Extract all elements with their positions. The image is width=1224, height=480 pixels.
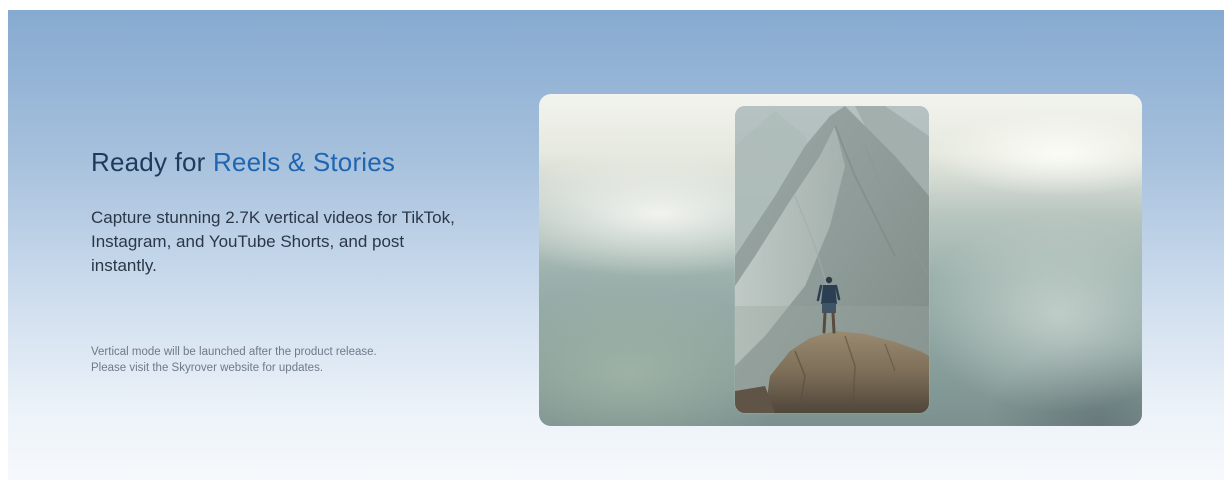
vertical-video-frame (735, 106, 929, 413)
headline: Ready for Reels & Stories (91, 145, 471, 179)
banner-text: Ready for Reels & Stories Capture stunni… (91, 145, 471, 278)
footnote: Vertical mode will be launched after the… (91, 346, 377, 374)
hiker-on-summit-image (735, 106, 929, 413)
vertical-video-banner: Ready for Reels & Stories Capture stunni… (8, 10, 1224, 480)
description: Capture stunning 2.7K vertical videos fo… (91, 208, 455, 275)
headline-text: Ready for (91, 147, 213, 177)
landscape-photo (539, 94, 1142, 426)
headline-accent: Reels & Stories (212, 147, 396, 177)
